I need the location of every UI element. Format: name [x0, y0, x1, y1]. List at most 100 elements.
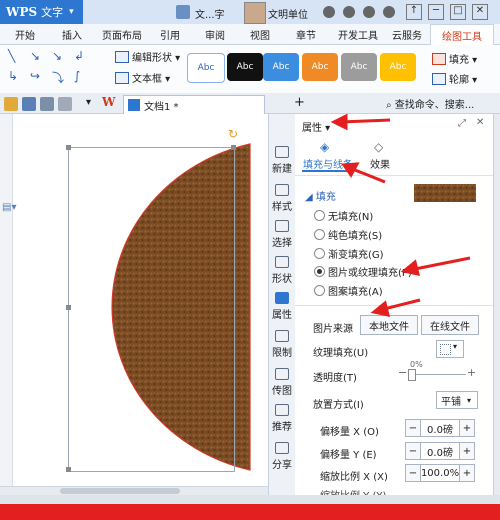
sidebar-item-share[interactable]: 分享 [269, 442, 295, 471]
tab-references[interactable]: 引用 [160, 27, 180, 42]
chevron-down-icon[interactable]: ▾ [86, 97, 91, 108]
app-name: 文字 [41, 6, 64, 19]
edit-shape-button[interactable]: 编辑形状 ▾ [115, 49, 180, 64]
sidebar-label: 新建 [272, 164, 292, 175]
offset-y-decrease[interactable]: − [405, 442, 421, 460]
offset-y-input[interactable]: 0.0磅 [420, 442, 460, 460]
offset-x-increase[interactable]: + [459, 419, 475, 437]
print-icon[interactable] [40, 97, 54, 111]
bottom-red-bar [0, 504, 500, 520]
sidebar-label: 样式 [272, 202, 292, 213]
scale-x-label: 缩放比例 X (X) [320, 472, 388, 483]
text-box-button[interactable]: 文本框 ▾ [115, 70, 170, 85]
text-box-label: 文本框 ▾ [132, 74, 171, 85]
tab-insert[interactable]: 插入 [62, 27, 82, 42]
fill-button[interactable]: 填充 ▾ [432, 51, 477, 66]
text-box-icon [115, 71, 129, 84]
select-icon [275, 220, 289, 232]
scale-x-decrease[interactable]: − [405, 464, 421, 482]
offset-y-increase[interactable]: + [459, 442, 475, 460]
status-bar [0, 495, 500, 504]
tab-home[interactable]: 开始 [15, 27, 35, 42]
elbow-shape-icon[interactable]: ↘ [52, 49, 62, 63]
resize-handle[interactable] [66, 467, 71, 472]
style-swatch-blue[interactable]: Abc [263, 53, 299, 81]
scale-x-increase[interactable]: + [459, 464, 475, 482]
panel-scrollbar[interactable] [493, 114, 500, 495]
freeform-shape-icon[interactable]: ∫ [74, 69, 80, 83]
tab-review[interactable]: 审阅 [205, 27, 225, 42]
maximize-button[interactable]: □ [450, 4, 466, 20]
tab-view[interactable]: 视图 [250, 27, 270, 42]
resize-handle[interactable] [66, 305, 71, 310]
zigzag-shape-icon[interactable]: ⤵ [52, 69, 64, 86]
minimize-button[interactable]: ─ [428, 4, 444, 20]
style-swatch-gray[interactable]: Abc [341, 53, 377, 81]
search-input[interactable]: ⌕ 查找命令、搜索... [386, 96, 474, 111]
tab-page-layout[interactable]: 页面布局 [102, 27, 142, 42]
sidebar-item-upload-image[interactable]: 传图 [269, 368, 295, 397]
sidebar-label: 传图 [272, 386, 292, 397]
style-swatch-black[interactable]: Abc [227, 53, 263, 81]
placement-value: 平铺 [441, 396, 461, 408]
style-swatch-yellow[interactable]: Abc [380, 53, 416, 81]
connector-shape-icon[interactable]: ↲ [74, 49, 84, 63]
style-swatch-orange[interactable]: Abc [302, 53, 338, 81]
tab-developer[interactable]: 开发工具 [338, 27, 378, 42]
sidebar-label: 形状 [272, 274, 292, 285]
wps-logo-icon[interactable]: W [102, 95, 115, 109]
increase-icon[interactable]: + [467, 366, 476, 379]
fill-label: 填充 ▾ [449, 55, 478, 66]
user-name[interactable]: 文明单位 [268, 6, 308, 21]
image-icon [275, 368, 289, 380]
tab-drawing-tools[interactable]: 绘图工具 [430, 24, 494, 45]
new-icon [275, 146, 289, 158]
style-icon [275, 184, 289, 196]
offset-x-decrease[interactable]: − [405, 419, 421, 437]
sidebar-label: 选择 [272, 238, 292, 249]
resize-handle[interactable] [66, 145, 71, 150]
shape-icon [275, 256, 289, 268]
paragraph-marker-icon[interactable]: ▤▾ [2, 202, 16, 213]
offset-x-input[interactable]: 0.0磅 [420, 419, 460, 437]
transparency-slider-thumb[interactable] [408, 369, 416, 381]
app-menu-button[interactable]: WPS 文字 ▾ [0, 0, 83, 24]
upload-icon[interactable]: ↑ [406, 4, 422, 20]
tab-chapter[interactable]: 章节 [296, 27, 316, 42]
scale-x-input[interactable]: 100.0% [420, 464, 460, 482]
arrow-shape-icon[interactable]: ↘ [30, 49, 40, 63]
document-tab[interactable]: 文档1 * [123, 95, 265, 114]
open-folder-icon[interactable] [4, 97, 18, 111]
vertical-ruler [0, 114, 13, 495]
recommend-icon [275, 404, 289, 416]
avatar[interactable] [244, 2, 266, 24]
decrease-icon[interactable]: − [398, 366, 407, 379]
help-icon[interactable] [363, 6, 375, 18]
sidebar-item-recommend[interactable]: 推荐 [269, 404, 295, 433]
sync-icon[interactable] [343, 6, 355, 18]
new-tab-button[interactable]: + [294, 95, 305, 110]
offset-y-label: 偏移量 Y (E) [320, 450, 377, 461]
bend-shape-icon[interactable]: ↪ [30, 69, 40, 83]
more-icon[interactable] [383, 6, 395, 18]
settings-icon[interactable] [323, 6, 335, 18]
transparency-label: 透明度(T) [313, 373, 357, 384]
resize-handle[interactable] [231, 145, 236, 150]
transparency-slider-track[interactable] [410, 374, 466, 375]
save-icon[interactable] [22, 97, 36, 111]
sidebar-label: 分享 [272, 460, 292, 471]
curve-shape-icon[interactable]: ↳ [8, 69, 18, 83]
style-swatch-white[interactable]: Abc [187, 53, 225, 83]
line-shape-icon[interactable]: ╲ [8, 49, 15, 63]
chevron-down-icon: ▾ [69, 7, 74, 17]
texture-thumb-icon [440, 344, 451, 355]
outline-button[interactable]: 轮廓 ▾ [432, 71, 477, 86]
restrict-icon [275, 330, 289, 342]
tab-cloud[interactable]: 云服务 [392, 27, 422, 42]
rotate-handle-icon[interactable]: ↻ [228, 127, 238, 141]
preview-icon[interactable] [58, 97, 72, 111]
placement-select[interactable]: 平铺 ▾ [436, 391, 478, 409]
close-button[interactable]: ✕ [472, 4, 488, 20]
texture-picker[interactable]: ▾ [436, 340, 464, 358]
scrollbar-thumb[interactable] [60, 488, 180, 494]
